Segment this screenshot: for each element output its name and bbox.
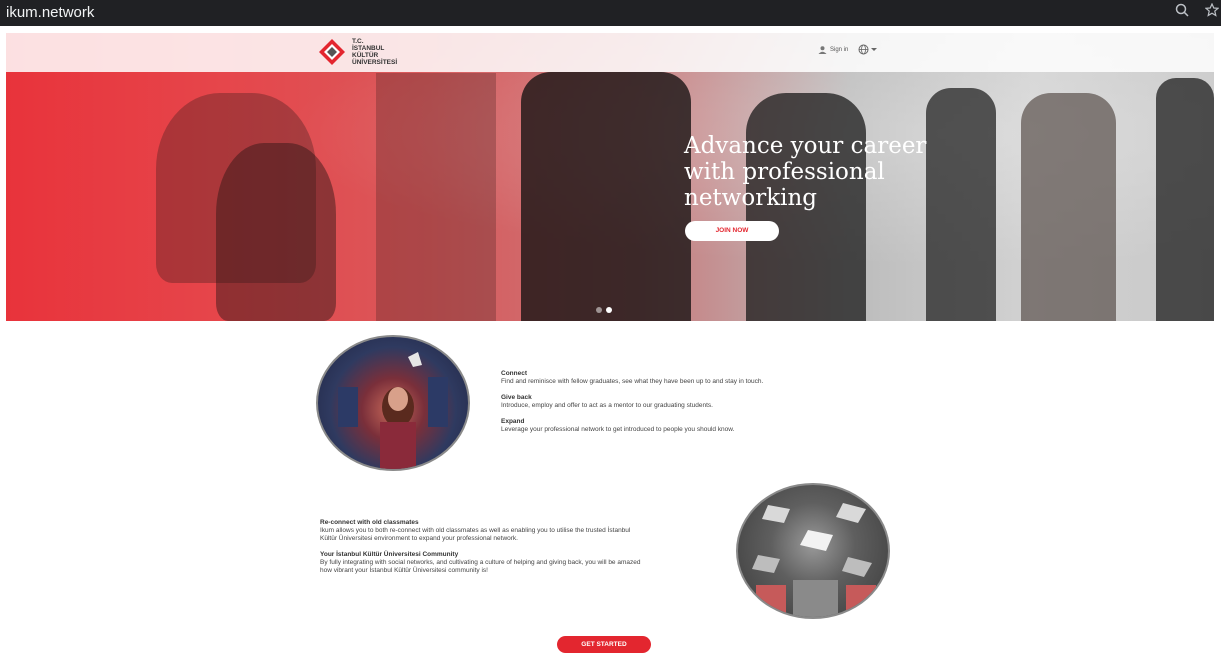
page: T.C. İSTANBUL KÜLTÜR ÜNİVERSİTESİ Sign i… bbox=[6, 33, 1214, 653]
community-text: Kültür Üniversitesi environment to expan… bbox=[320, 535, 518, 542]
hero-figure bbox=[1021, 93, 1116, 321]
logo-line: İSTANBUL bbox=[352, 45, 385, 52]
join-now-button[interactable]: JOIN NOW bbox=[685, 221, 779, 241]
feature-text: Introduce, employ and offer to act as a … bbox=[501, 402, 713, 409]
browser-icons bbox=[1173, 2, 1221, 21]
logo-line: ÜNİVERSİTESİ bbox=[352, 59, 398, 66]
language-selector[interactable] bbox=[858, 44, 877, 55]
feature-title: Expand bbox=[501, 418, 525, 425]
hero-figure bbox=[1156, 78, 1214, 321]
community-list: Re-connect with old classmates Ikum allo… bbox=[320, 519, 730, 575]
hero-figure bbox=[376, 73, 496, 321]
logo-line: T.C. bbox=[352, 38, 364, 45]
browser-title: ikum.network bbox=[6, 4, 95, 21]
hero-headline: Advance your career with professional ne… bbox=[684, 133, 927, 211]
globe-icon bbox=[858, 44, 869, 55]
feature-text: Leverage your professional network to ge… bbox=[501, 426, 735, 433]
feature-text: Find and reminisce with fellow graduates… bbox=[501, 378, 764, 385]
logo-icon bbox=[318, 38, 346, 66]
hero-figure bbox=[521, 72, 691, 321]
features-list: Connect Find and reminisce with fellow g… bbox=[501, 370, 821, 434]
get-started-button[interactable]: GET STARTED bbox=[557, 636, 651, 653]
carousel-dot-active[interactable] bbox=[606, 307, 612, 313]
community-text: Ikum allows you to both re-connect with … bbox=[320, 527, 631, 534]
community-text: how vibrant your İstanbul Kültür Ünivers… bbox=[320, 567, 488, 574]
graduates-photo bbox=[316, 335, 470, 471]
top-navigation: T.C. İSTANBUL KÜLTÜR ÜNİVERSİTESİ Sign i… bbox=[6, 33, 1214, 72]
hero-figure bbox=[216, 143, 336, 321]
community-title: Your İstanbul Kültür Üniversitesi Commun… bbox=[320, 551, 459, 558]
search-icon[interactable] bbox=[1173, 3, 1191, 21]
chevron-down-icon bbox=[871, 48, 877, 51]
signin-link[interactable]: Sign in bbox=[818, 46, 848, 54]
feature-title: Give back bbox=[501, 394, 532, 401]
logo-text: T.C. İSTANBUL KÜLTÜR ÜNİVERSİTESİ bbox=[352, 38, 397, 66]
carousel-dots bbox=[596, 307, 612, 313]
logo-line: KÜLTÜR bbox=[352, 52, 379, 59]
community-text: By fully integrating with social network… bbox=[320, 559, 641, 566]
community-title: Re-connect with old classmates bbox=[320, 519, 419, 526]
star-icon[interactable] bbox=[1203, 2, 1221, 21]
user-icon bbox=[818, 46, 827, 54]
signin-label: Sign in bbox=[830, 47, 849, 53]
graduation-caps-photo bbox=[736, 483, 890, 619]
feature-title: Connect bbox=[501, 370, 527, 377]
carousel-dot[interactable] bbox=[596, 307, 602, 313]
university-logo[interactable]: T.C. İSTANBUL KÜLTÜR ÜNİVERSİTESİ bbox=[318, 38, 397, 66]
browser-bar: ikum.network bbox=[0, 0, 1221, 26]
hero-banner: T.C. İSTANBUL KÜLTÜR ÜNİVERSİTESİ Sign i… bbox=[6, 33, 1214, 321]
